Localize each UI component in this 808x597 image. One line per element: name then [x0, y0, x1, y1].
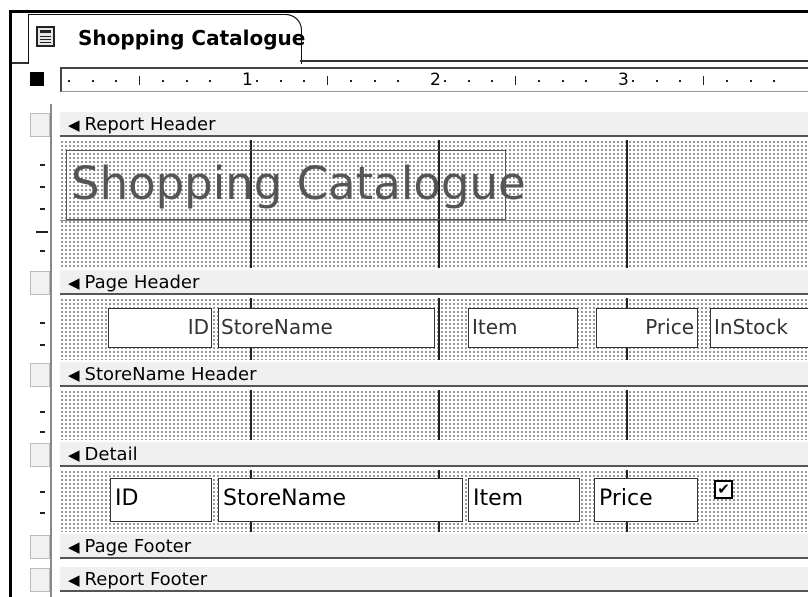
vertical-ruler-tick: [40, 491, 45, 493]
ruler-tick: [280, 80, 282, 82]
tab-strip-line-left: [12, 62, 28, 64]
ruler-tick: [491, 80, 493, 82]
vertical-ruler-tick: [40, 411, 45, 413]
report-header-label: ◀ Report Header: [68, 114, 215, 135]
page-header-label: ◀ Page Header: [68, 272, 199, 293]
ruler-tick: [327, 76, 328, 85]
ruler-tick: [256, 80, 258, 82]
section-selector-button[interactable]: [30, 568, 50, 592]
report-footer-label: ◀ Report Footer: [68, 569, 207, 590]
ruler-tick: [750, 80, 752, 82]
ruler-number-3: 3: [618, 70, 629, 90]
vertical-ruler[interactable]: [30, 104, 52, 597]
id-column-label[interactable]: ID: [108, 308, 212, 348]
report-title-label[interactable]: Shopping Catalogue: [66, 150, 526, 220]
tab-strip-line: [300, 60, 808, 62]
storename-textbox[interactable]: StoreName: [218, 478, 463, 522]
vertical-ruler-tick: [40, 344, 45, 346]
vertical-ruler-tick: [40, 512, 45, 514]
ruler-tick: [468, 80, 470, 82]
section-selector-button[interactable]: [30, 271, 50, 295]
price-column-label[interactable]: Price: [596, 308, 698, 348]
storename-header-bar[interactable]: ◀ StoreName Header: [60, 362, 808, 387]
section-arrow-icon: ◀: [68, 538, 80, 556]
report-selector-button[interactable]: [30, 72, 44, 86]
ruler-tick: [703, 76, 704, 85]
page-footer-text: Page Footer: [84, 536, 192, 557]
storename-header-label: ◀ StoreName Header: [68, 364, 257, 385]
window-border-left: [9, 10, 12, 597]
ruler-tick: [92, 80, 94, 82]
window-border-top: [9, 10, 808, 13]
gridline-v: [626, 140, 628, 268]
document-tab-title[interactable]: Shopping Catalogue: [78, 26, 305, 50]
vertical-ruler-tick: [40, 208, 45, 210]
page-footer-label: ◀ Page Footer: [68, 536, 191, 557]
ruler-tick: [397, 80, 399, 82]
section-arrow-icon: ◀: [68, 446, 80, 464]
ruler-tick: [444, 80, 446, 82]
gridline-h: [60, 220, 808, 221]
vertical-ruler-tick: [40, 250, 45, 252]
ruler-tick: [186, 80, 188, 82]
gridline-v: [626, 390, 628, 440]
section-arrow-icon: ◀: [68, 366, 80, 384]
storename-header-grid[interactable]: [60, 390, 808, 440]
ruler-number-2: 2: [430, 70, 441, 90]
report-design-window: Shopping Catalogue 1 2 3 ◀ Report Header …: [0, 0, 808, 597]
instock-checkbox[interactable]: ✔: [714, 480, 733, 499]
section-selector-button[interactable]: [30, 113, 50, 137]
gridline-v: [250, 390, 252, 440]
vertical-ruler-tick: [40, 186, 45, 188]
ruler-tick: [115, 80, 117, 82]
ruler-tick: [538, 80, 540, 82]
ruler-tick: [656, 80, 658, 82]
ruler-tick: [562, 80, 564, 82]
vertical-ruler-tick: [40, 164, 45, 166]
detail-bar[interactable]: ◀ Detail: [60, 442, 808, 467]
ruler-tick: [68, 80, 70, 82]
ruler-tick: [374, 80, 376, 82]
price-textbox[interactable]: Price: [594, 478, 698, 522]
storename-column-label[interactable]: StoreName: [218, 308, 435, 348]
report-icon: [36, 26, 55, 47]
storename-header-text: StoreName Header: [84, 364, 257, 385]
section-selector-button[interactable]: [30, 443, 50, 467]
section-selector-button[interactable]: [30, 363, 50, 387]
ruler-tick: [726, 80, 728, 82]
ruler-tick: [632, 80, 634, 82]
gridline-v: [438, 390, 440, 440]
ruler-tick: [515, 76, 516, 85]
ruler-tick: [162, 80, 164, 82]
item-textbox[interactable]: Item: [468, 478, 580, 522]
item-column-label[interactable]: Item: [468, 308, 578, 348]
page-footer-bar[interactable]: ◀ Page Footer: [60, 534, 808, 559]
instock-column-label[interactable]: InStock: [710, 308, 808, 348]
report-header-bar[interactable]: ◀ Report Header: [60, 112, 808, 137]
ruler-tick: [773, 80, 775, 82]
page-header-bar[interactable]: ◀ Page Header: [60, 270, 808, 295]
ruler-tick: [209, 80, 211, 82]
vertical-ruler-tick: [40, 431, 45, 433]
ruler-tick: [350, 80, 352, 82]
section-arrow-icon: ◀: [68, 116, 80, 134]
detail-text: Detail: [84, 444, 138, 465]
gridline-v: [438, 298, 440, 360]
page-header-text: Page Header: [84, 272, 200, 293]
ruler-tick: [585, 80, 587, 82]
vertical-ruler-tick: [40, 322, 45, 324]
ruler-tick: [139, 76, 140, 85]
ruler-number-1: 1: [242, 70, 253, 90]
report-header-text: Report Header: [84, 114, 216, 135]
ruler-tick: [303, 80, 305, 82]
report-footer-bar[interactable]: ◀ Report Footer: [60, 567, 808, 592]
section-arrow-icon: ◀: [68, 274, 80, 292]
vertical-ruler-tick: [36, 231, 48, 233]
report-footer-text: Report Footer: [84, 569, 208, 590]
detail-label: ◀ Detail: [68, 444, 138, 465]
section-arrow-icon: ◀: [68, 571, 80, 589]
section-selector-button[interactable]: [30, 535, 50, 559]
ruler-tick: [679, 80, 681, 82]
id-textbox[interactable]: ID: [110, 478, 212, 522]
